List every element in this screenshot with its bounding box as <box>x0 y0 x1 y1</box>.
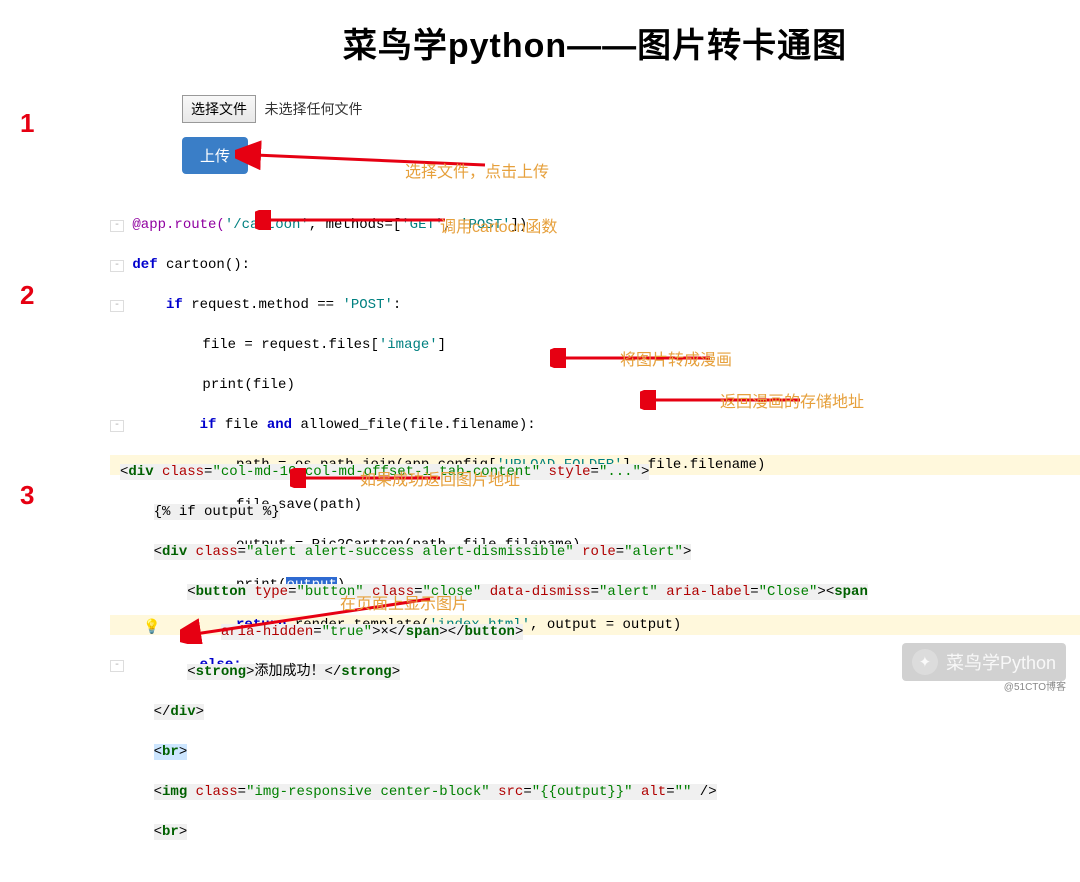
step-number-3: 3 <box>20 480 34 511</box>
no-file-label: 未选择任何文件 <box>264 101 362 117</box>
step-number-2: 2 <box>20 280 34 311</box>
annotation-call-cartoon: 调用cartoon函数 <box>440 213 557 237</box>
credit-text: @51CTO博客 <box>1004 678 1066 693</box>
lightbulb-icon: 💡 <box>143 618 160 635</box>
step-gutter: 1 2 3 <box>0 0 110 695</box>
file-form-row: 选择文件 未选择任何文件 <box>182 95 1080 123</box>
page-title: 菜鸟学python——图片转卡通图 <box>110 0 1080 67</box>
upload-button[interactable]: 上传 <box>182 137 248 174</box>
watermark: ✦ 菜鸟学Python <box>902 643 1066 681</box>
annotation-return-addr: 返回漫画的存储地址 <box>720 388 864 412</box>
annotation-show-img: 在页面上显示图片 <box>340 590 468 614</box>
annotation-to-comic: 将图片转成漫画 <box>620 346 732 370</box>
annotation-choose-upload: 选择文件，点击上传 <box>405 158 549 182</box>
choose-file-button[interactable]: 选择文件 <box>182 95 256 123</box>
wechat-icon: ✦ <box>912 649 938 675</box>
watermark-text: 菜鸟学Python <box>946 649 1056 675</box>
main-content: 菜鸟学python——图片转卡通图 选择文件 未选择任何文件 上传 选择文件，点… <box>110 0 1080 695</box>
step-number-1: 1 <box>20 108 34 139</box>
annotation-if-output: 如果成功返回图片地址 <box>360 466 520 490</box>
